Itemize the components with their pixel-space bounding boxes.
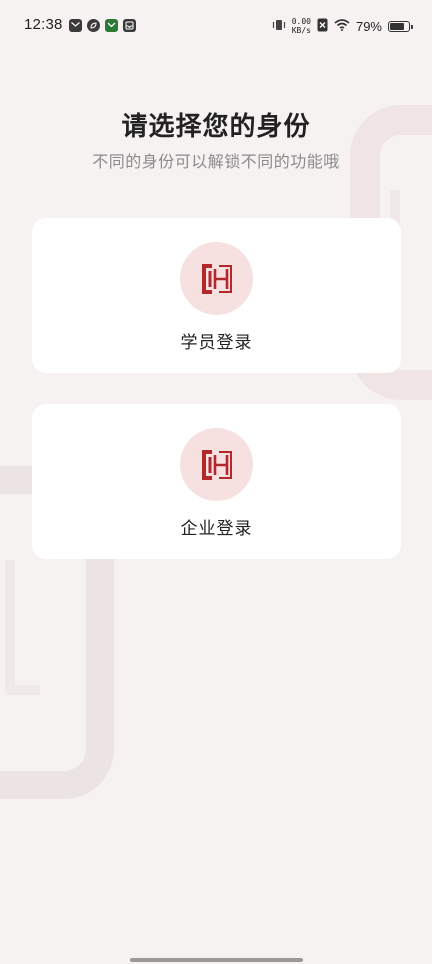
battery-percent: 79% (355, 18, 382, 34)
vibrate-icon (272, 18, 286, 35)
leaf-app-icon (87, 19, 100, 32)
wifi-icon (334, 18, 350, 34)
logo-icon (201, 449, 232, 480)
logo-icon (201, 263, 232, 294)
battery-icon (388, 20, 413, 32)
enterprise-login-card[interactable]: 企业登录 (32, 404, 401, 559)
wechat-icon (105, 19, 118, 32)
enterprise-login-label: 企业登录 (180, 519, 253, 538)
no-sim-icon (317, 18, 328, 35)
status-bar: 12:38 0.00 KB/s 79% (0, 0, 432, 52)
status-time: 12:38 (24, 16, 63, 33)
status-right-group: 0.00 KB/s 79% (272, 15, 413, 37)
page-subtitle: 不同的身份可以解锁不同的功能哦 (92, 154, 340, 171)
student-login-label: 学员登录 (180, 333, 253, 352)
net-speed: 0.00 KB/s (291, 17, 311, 35)
mail-icon (69, 19, 82, 32)
student-logo-badge (180, 242, 253, 315)
student-login-card[interactable]: 学员登录 (32, 218, 401, 373)
enterprise-logo-badge (180, 428, 253, 501)
page-title: 请选择您的身份 (121, 111, 311, 141)
home-indicator[interactable] (130, 958, 303, 962)
inbox-icon (123, 19, 136, 32)
